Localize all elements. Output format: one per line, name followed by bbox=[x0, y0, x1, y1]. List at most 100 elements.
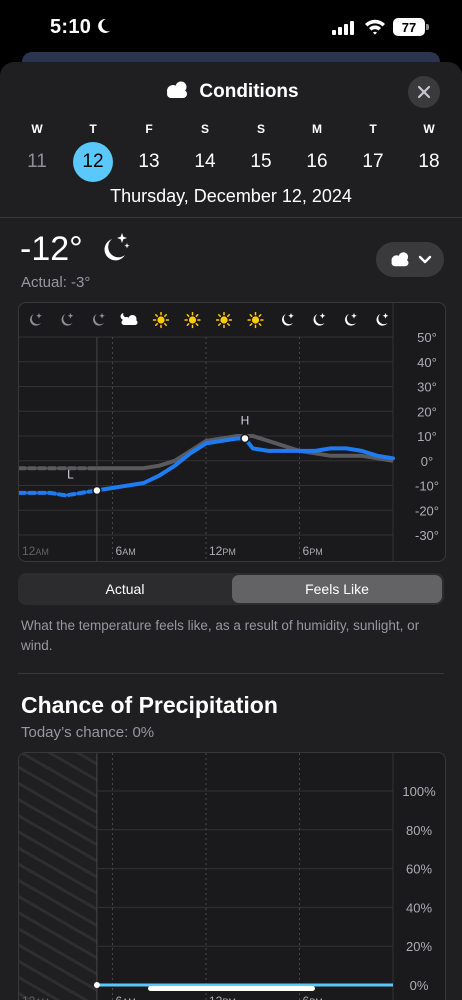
day-button[interactable]: 18 bbox=[409, 142, 449, 182]
sun-icon bbox=[247, 311, 264, 329]
moon-icon bbox=[313, 313, 326, 326]
sun-ray bbox=[164, 323, 167, 326]
precipitation-chart[interactable]: 100%80%60%40%20%0%12AM6AM12PM6PM bbox=[18, 752, 446, 1000]
sun-icon bbox=[215, 311, 233, 329]
sun-core bbox=[220, 316, 228, 324]
sun-core bbox=[188, 316, 197, 324]
extreme-point bbox=[92, 485, 102, 496]
x-axis-label: 6PM bbox=[303, 994, 323, 1000]
star-shape bbox=[351, 313, 357, 319]
x-label-suffix: PM bbox=[222, 547, 236, 557]
x-label-number: 12 bbox=[209, 544, 223, 558]
precipitation-title: Chance of Precipitation bbox=[21, 692, 278, 718]
cloud-moon bbox=[120, 313, 128, 320]
sun-ray bbox=[218, 314, 221, 317]
sheet-title-text: Conditions bbox=[199, 81, 299, 102]
moon-icon bbox=[93, 313, 105, 326]
feels-like-line bbox=[94, 436, 395, 493]
sun-ray bbox=[195, 314, 199, 317]
y-axis-label: 40% bbox=[406, 900, 432, 915]
precipitation-subtitle: Today’s chance: 0% bbox=[21, 724, 155, 741]
y-axis-label: 80% bbox=[406, 823, 432, 838]
actual-temperature: Actual: -3° bbox=[21, 274, 91, 291]
moon-icon bbox=[61, 313, 74, 326]
y-axis-label: 20° bbox=[417, 404, 437, 419]
actual-tab[interactable]: Actual bbox=[20, 575, 230, 603]
day-button[interactable]: 15 bbox=[241, 142, 281, 182]
day-of-week-label: S bbox=[200, 122, 209, 136]
sun-ray bbox=[227, 314, 230, 317]
precipitation-chart-svg: 100%80%60%40%20%0%12AM6AM12PM6PM bbox=[19, 753, 436, 1000]
condition-menu-button[interactable] bbox=[376, 242, 444, 277]
sun-ray bbox=[195, 323, 199, 326]
y-axis-label: -30° bbox=[415, 528, 439, 543]
y-axis-label: 0% bbox=[410, 978, 429, 993]
day-button[interactable]: 14 bbox=[185, 142, 225, 182]
x-axis-label: 6AM bbox=[116, 544, 136, 558]
sun-ray bbox=[227, 323, 230, 326]
y-axis-label: 100% bbox=[402, 784, 436, 799]
day-button[interactable]: 16 bbox=[297, 142, 337, 182]
close-button[interactable] bbox=[408, 76, 440, 108]
sun-ray bbox=[186, 323, 190, 326]
star-shape bbox=[319, 313, 326, 319]
temperature-chart[interactable]: 50° 40° 30° 20° 10° 0° -10° -20° -30° 12AM 6AM 12PM… bbox=[18, 302, 446, 562]
x-label-suffix: AM bbox=[35, 547, 49, 557]
day-of-week-label: T bbox=[369, 122, 377, 136]
day-button[interactable]: 12 bbox=[73, 142, 113, 182]
sun-ray bbox=[155, 323, 158, 326]
star-shape bbox=[67, 313, 74, 319]
day-button[interactable]: 13 bbox=[129, 142, 169, 182]
feels-like-line-past bbox=[19, 488, 99, 498]
y-axis-label: 50° bbox=[417, 330, 437, 345]
wifi-icon bbox=[365, 19, 385, 35]
star-shape bbox=[382, 313, 389, 319]
chevron-down-icon bbox=[418, 255, 432, 264]
temperature-chart-svg: 50°40°30°20°10°0°-10°-20°-30°12AM 6AM 12PM… bbox=[19, 303, 439, 561]
y-axis-label: 60% bbox=[406, 862, 432, 877]
day-button[interactable]: 11 bbox=[17, 142, 57, 182]
day-of-week-label: W bbox=[31, 122, 43, 136]
moon-icon bbox=[345, 313, 357, 326]
sun-ray bbox=[249, 314, 253, 317]
star-shape bbox=[36, 313, 42, 319]
battery-indicator: 77 bbox=[393, 18, 425, 36]
x-axis-label: 6AM bbox=[116, 994, 136, 1000]
day-of-week-label: F bbox=[145, 122, 153, 136]
y-axis-label: 0° bbox=[421, 454, 433, 469]
sun-ray bbox=[164, 314, 167, 317]
status-time: 5:10 bbox=[50, 16, 92, 38]
current-temperature: -12° bbox=[20, 230, 83, 268]
x-axis-label: 6PM bbox=[303, 544, 323, 558]
battery-cap bbox=[426, 24, 429, 30]
sun-ray bbox=[186, 314, 190, 317]
selected-date-label: Thursday, December 12, 2024 bbox=[110, 186, 352, 206]
cloud-icon bbox=[120, 313, 138, 325]
feels-like-tab[interactable]: Feels Like bbox=[232, 575, 442, 603]
chart-mode-toggle: Actual Feels Like bbox=[18, 573, 444, 605]
sheet-title: Conditions bbox=[0, 80, 462, 103]
sun-icon bbox=[152, 311, 170, 329]
day-of-week-label: S bbox=[256, 122, 265, 136]
y-axis-label: 10° bbox=[417, 429, 437, 444]
day-of-week-label: T bbox=[89, 122, 97, 136]
x-label-number: 12 bbox=[22, 994, 36, 1000]
x-label-suffix: PM bbox=[309, 547, 323, 557]
cellular-signal-icon bbox=[332, 21, 354, 35]
battery-level: 77 bbox=[401, 19, 417, 35]
day-button[interactable]: 17 bbox=[353, 142, 393, 182]
home-indicator bbox=[148, 986, 315, 991]
close-icon bbox=[417, 85, 431, 99]
x-label-number: 12 bbox=[209, 994, 223, 1000]
moon-stars-icon bbox=[104, 233, 130, 261]
x-axis-label: 12PM bbox=[209, 994, 236, 1000]
y-axis-label: -10° bbox=[415, 479, 439, 494]
moon-icon bbox=[282, 313, 294, 326]
cloud-base bbox=[121, 320, 138, 325]
day-of-week-label: W bbox=[423, 122, 435, 136]
x-label-suffix: AM bbox=[122, 547, 136, 557]
cloud-icon bbox=[167, 81, 188, 98]
sun-core bbox=[251, 316, 260, 324]
sun-core bbox=[157, 316, 165, 324]
y-axis-label: 30° bbox=[417, 380, 437, 395]
